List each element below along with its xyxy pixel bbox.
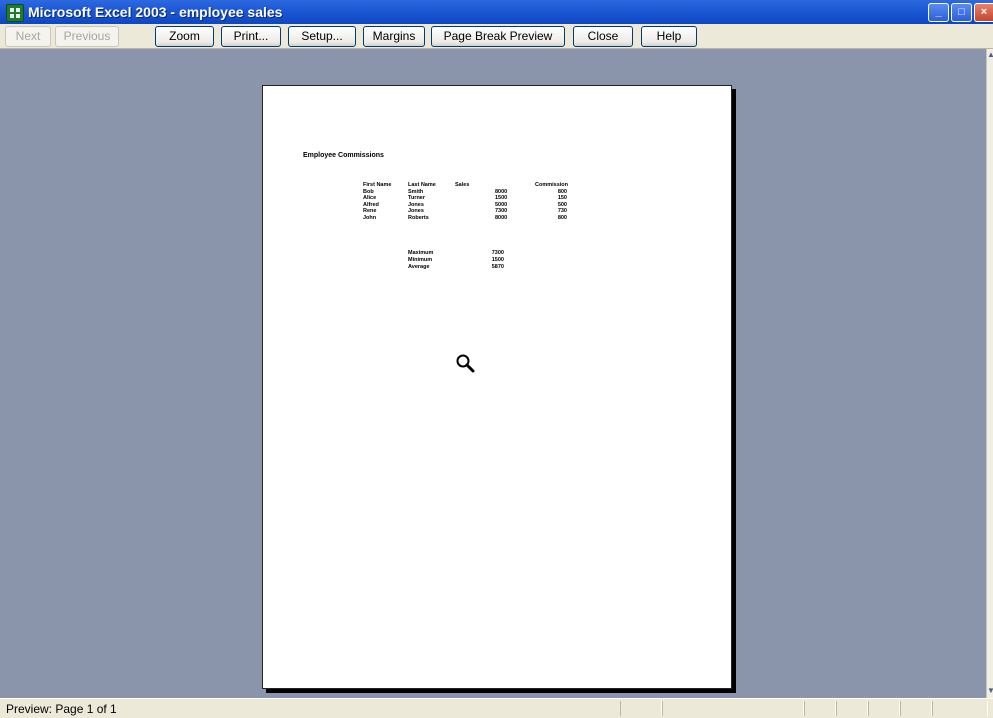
status-panel (836, 701, 868, 716)
status-panel (932, 701, 988, 716)
status-bar: Preview: Page 1 of 1 (0, 698, 993, 718)
zoom-button[interactable]: Zoom (155, 26, 214, 47)
summary-label: Average (408, 264, 430, 270)
sheet-title: Employee Commissions (303, 152, 384, 159)
status-text: Preview: Page 1 of 1 (6, 702, 117, 716)
magnifier-zoom-icon (456, 354, 475, 373)
summary-row: Maximum 7300 (408, 250, 528, 257)
header-sales: Sales (455, 182, 470, 188)
summary-value: 1500 (491, 257, 504, 263)
cell-commission: 800 (557, 214, 567, 221)
margins-button[interactable]: Margins (363, 26, 425, 47)
page-break-preview-button[interactable]: Page Break Preview (431, 26, 565, 47)
summary-label: Maximum (408, 250, 434, 256)
status-panel (620, 701, 662, 716)
minimize-button[interactable]: _ (928, 3, 949, 22)
window-title: Microsoft Excel 2003 - employee sales (28, 4, 283, 20)
status-panel (662, 701, 804, 716)
close-window-button[interactable]: × (974, 3, 993, 22)
summary-label: Minimum (408, 257, 433, 263)
print-preview-toolbar: Next Previous Zoom Print... Setup... Mar… (0, 24, 993, 49)
title-bar: Microsoft Excel 2003 - employee sales _ … (0, 0, 993, 24)
status-panel (900, 701, 932, 716)
previous-button[interactable]: Previous (55, 26, 119, 47)
cell-first-name: John (363, 214, 377, 221)
summary-row: Average 5870 (408, 264, 528, 271)
cell-sales: 8000 (495, 214, 508, 221)
preview-page[interactable]: Employee Commissions First Name Last Nam… (262, 85, 732, 689)
print-button[interactable]: Print... (221, 26, 281, 47)
maximize-button[interactable]: □ (951, 3, 972, 22)
status-panel (804, 701, 836, 716)
scroll-down-icon[interactable]: ▼ (987, 685, 993, 697)
setup-button[interactable]: Setup... (288, 26, 356, 47)
excel-icon[interactable] (6, 4, 24, 22)
next-button[interactable]: Next (5, 26, 51, 47)
help-button[interactable]: Help (641, 26, 697, 47)
cell-last-name: Roberts (408, 214, 429, 221)
summary-value: 5870 (491, 264, 504, 270)
summary-block: Maximum 7300 Minimum 1500 Average 5870 (408, 250, 528, 271)
summary-row: Minimum 1500 (408, 257, 528, 264)
close-button[interactable]: Close (573, 26, 633, 47)
summary-value: 7300 (491, 250, 504, 256)
vertical-scrollbar[interactable]: ▲ ▼ (986, 49, 993, 698)
status-panel (868, 701, 900, 716)
scroll-up-icon[interactable]: ▲ (987, 49, 993, 61)
